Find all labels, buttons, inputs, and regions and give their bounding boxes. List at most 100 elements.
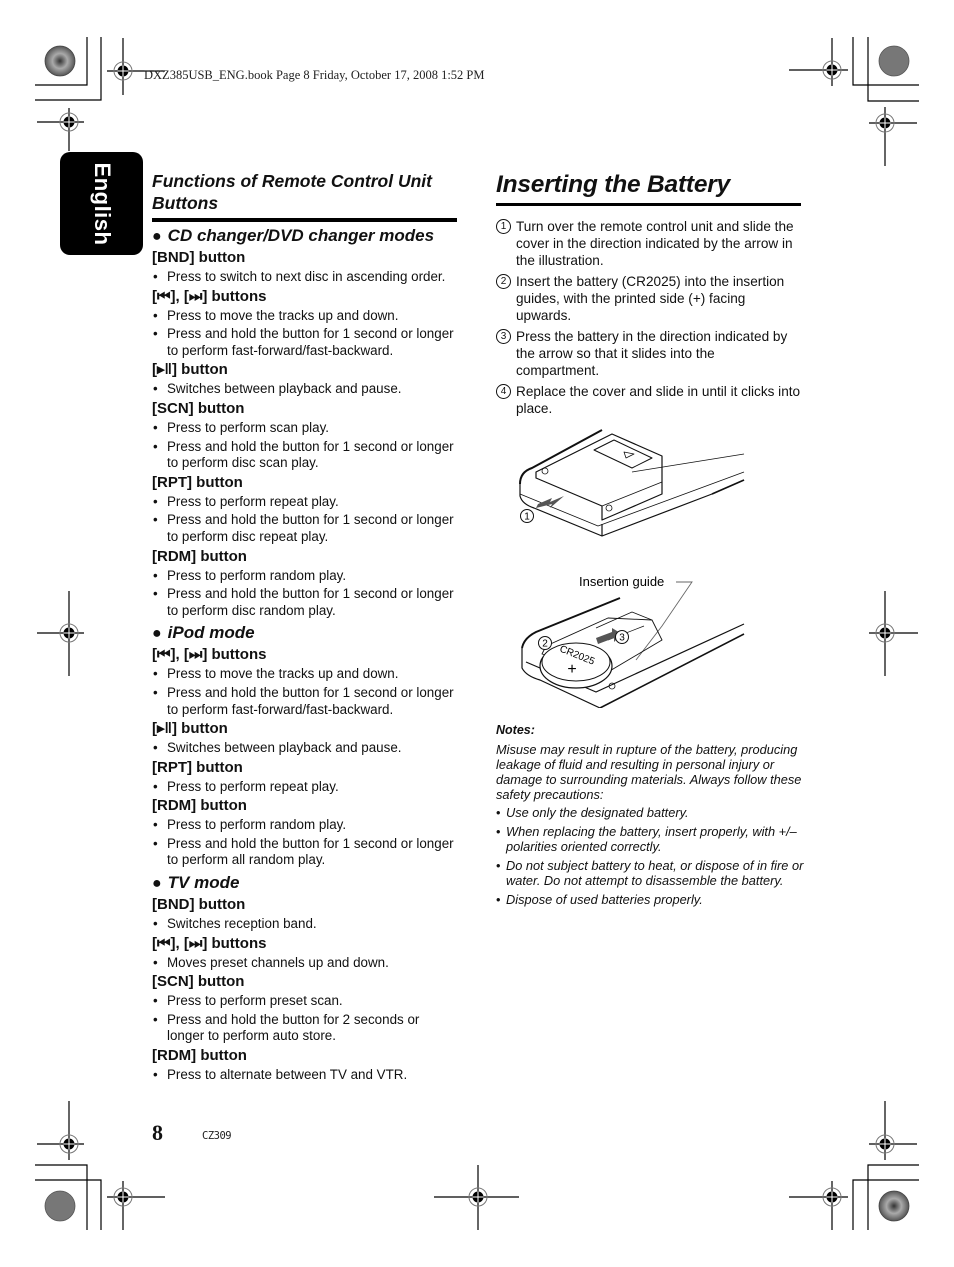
list-item: Press to move the tracks up and down. xyxy=(152,308,457,325)
list-item: Press to perform scan play. xyxy=(152,420,457,437)
notes-block: Notes: Misuse may result in rupture of t… xyxy=(496,722,806,911)
list-item: Press to move the tracks up and down. xyxy=(152,666,457,683)
language-tab-label: English xyxy=(89,162,115,245)
document-code: CZ309 xyxy=(202,1130,232,1142)
list-item: Press and hold the button for 1 second o… xyxy=(152,326,457,359)
button-description-list: Switches between playback and pause. xyxy=(152,381,457,398)
button-description-list: Press to perform preset scan. Press and h… xyxy=(152,993,457,1045)
svg-text:2: 2 xyxy=(542,639,548,650)
notes-list: Use only the designated battery. When rep… xyxy=(496,805,806,907)
button-heading: [SCN] button xyxy=(152,973,245,991)
mode-heading: ● iPod mode xyxy=(152,622,457,644)
button-description-list: Press to move the tracks up and down. Pre… xyxy=(152,666,457,718)
list-item: Switches reception band. xyxy=(152,916,457,933)
mode-heading: ● TV mode xyxy=(152,872,457,894)
note-item: Use only the designated battery. xyxy=(496,805,806,820)
callout-step-3: 3 xyxy=(615,630,629,644)
mode-name: iPod mode xyxy=(167,623,255,643)
step-number-icon: 2 xyxy=(496,274,511,289)
list-item: Press and hold the button for 1 second o… xyxy=(152,685,457,718)
remote-cover-illustration: 1 xyxy=(519,429,745,537)
insertion-guide-label: Insertion guide xyxy=(579,574,664,589)
list-item: Switches between playback and pause. xyxy=(152,740,457,757)
button-heading: [BND] button xyxy=(152,896,246,914)
list-item: Press to perform preset scan. xyxy=(152,993,457,1010)
button-heading: [SCN] button xyxy=(152,399,245,417)
list-item: Moves preset channels up and down. xyxy=(152,955,457,972)
mode-heading: ● CD changer/DVD changer modes xyxy=(152,225,457,247)
list-item: Press and hold the button for 1 second o… xyxy=(152,586,457,619)
button-description-list: Press to perform random play. Press and h… xyxy=(152,817,457,869)
note-item: Do not subject battery to heat, or dispo… xyxy=(496,858,806,888)
bullet-dot-icon: ● xyxy=(152,625,162,643)
battery-plus-sign: + xyxy=(567,661,576,678)
section-title: Functions of Remote Control Unit Buttons xyxy=(152,171,432,213)
step-text: Replace the cover and slide in until it … xyxy=(516,384,801,416)
svg-text:1: 1 xyxy=(524,512,530,523)
notes-intro: Misuse may result in rupture of the batt… xyxy=(496,742,802,802)
button-heading: [⏮︎], [⏭︎] buttons xyxy=(152,287,267,305)
step-number-icon: 3 xyxy=(496,329,511,344)
list-item: Press to perform random play. xyxy=(152,817,457,834)
list-item: Press to alternate between TV and VTR. xyxy=(152,1067,457,1084)
battery-title: Inserting the Battery xyxy=(496,171,731,198)
list-item: Switches between playback and pause. xyxy=(152,381,457,398)
button-description-list: Press to switch to next disc in ascendin… xyxy=(152,269,457,286)
button-heading: [⏮︎], [⏭︎] buttons xyxy=(152,646,267,664)
step-item: 1 Turn over the remote control unit and s… xyxy=(496,218,801,269)
battery-insertion-illustration: Insertion guide CR2025 + 2 3 xyxy=(521,574,745,708)
mode-name: TV mode xyxy=(167,873,240,893)
note-item: Dispose of used batteries properly. xyxy=(496,892,806,907)
button-description-list: Press to alternate between TV and VTR. xyxy=(152,1067,457,1084)
step-number-icon: 1 xyxy=(496,219,511,234)
button-heading: [RPT] button xyxy=(152,758,243,776)
list-item: Press and hold the button for 2 seconds … xyxy=(152,1012,457,1045)
remote-functions-section: Functions of Remote Control Unit Buttons… xyxy=(152,170,457,1086)
button-heading: [RDM] button xyxy=(152,797,247,815)
button-description-list: Switches between playback and pause. xyxy=(152,740,457,757)
button-description-list: Press to move the tracks up and down.Pre… xyxy=(152,308,457,360)
battery-steps: 1 Turn over the remote control unit and s… xyxy=(496,218,801,417)
print-header: DXZ385USB_ENG.book Page 8 Friday, Octobe… xyxy=(144,68,485,82)
printer-marks xyxy=(35,37,919,1230)
button-heading: [⏮︎], [⏭︎] buttons xyxy=(152,934,267,952)
mode-list: ● CD changer/DVD changer modes [BND] butto… xyxy=(152,225,457,1084)
button-description-list: Moves preset channels up and down. xyxy=(152,955,457,972)
button-description-list: Press to perform repeat play.Press and h… xyxy=(152,494,457,546)
step-number-icon: 4 xyxy=(496,384,511,399)
list-item: Press and hold the button for 1 second o… xyxy=(152,439,457,472)
mode-name: CD changer/DVD changer modes xyxy=(167,226,435,245)
button-heading: [BND] button xyxy=(152,249,246,266)
button-heading: [▸‖] button xyxy=(152,361,228,379)
bullet-dot-icon: ● xyxy=(152,875,162,893)
step-item: 3 Press the battery in the direction indi… xyxy=(496,328,801,379)
step-text: Press the battery in the direction indic… xyxy=(516,329,788,378)
button-heading: [RPT] button xyxy=(152,473,243,491)
notes-title: Notes: xyxy=(496,723,535,737)
battery-title-rule xyxy=(496,203,801,206)
list-item: Press to switch to next disc in ascendin… xyxy=(152,269,457,286)
note-item: When replacing the battery, insert prope… xyxy=(496,824,806,854)
button-description-list: Press to perform scan play. Press and hol… xyxy=(152,420,457,472)
button-description-list: Switches reception band. xyxy=(152,916,457,933)
button-heading: [RDM] button xyxy=(152,1047,247,1065)
title-rule xyxy=(152,218,457,222)
list-item: Press to perform repeat play. xyxy=(152,779,457,796)
button-description-list: Press to perform random play.Press and h… xyxy=(152,568,457,620)
step-item: 2 Insert the battery (CR2025) into the in… xyxy=(496,273,801,324)
list-item: Press and hold the button for 1 second o… xyxy=(152,836,457,869)
button-heading: [▸‖] button xyxy=(152,720,228,738)
step-text: Insert the battery (CR2025) into the ins… xyxy=(516,274,785,323)
callout-step-1: 1 xyxy=(520,509,534,523)
step-item: 4 Replace the cover and slide in until it… xyxy=(496,383,801,417)
list-item: Press to perform repeat play. xyxy=(152,494,457,511)
language-tab: English xyxy=(60,152,143,255)
list-item: Press and hold the button for 1 second o… xyxy=(152,512,457,545)
svg-text:3: 3 xyxy=(619,633,625,644)
battery-section: Inserting the Battery 1 Turn over the rem… xyxy=(496,170,801,421)
button-description-list: Press to perform repeat play. xyxy=(152,779,457,796)
page-number: 8 xyxy=(152,1120,163,1145)
list-item: Press to perform random play. xyxy=(152,568,457,585)
callout-step-2: 2 xyxy=(538,636,552,650)
bullet-dot-icon: ● xyxy=(152,228,162,245)
